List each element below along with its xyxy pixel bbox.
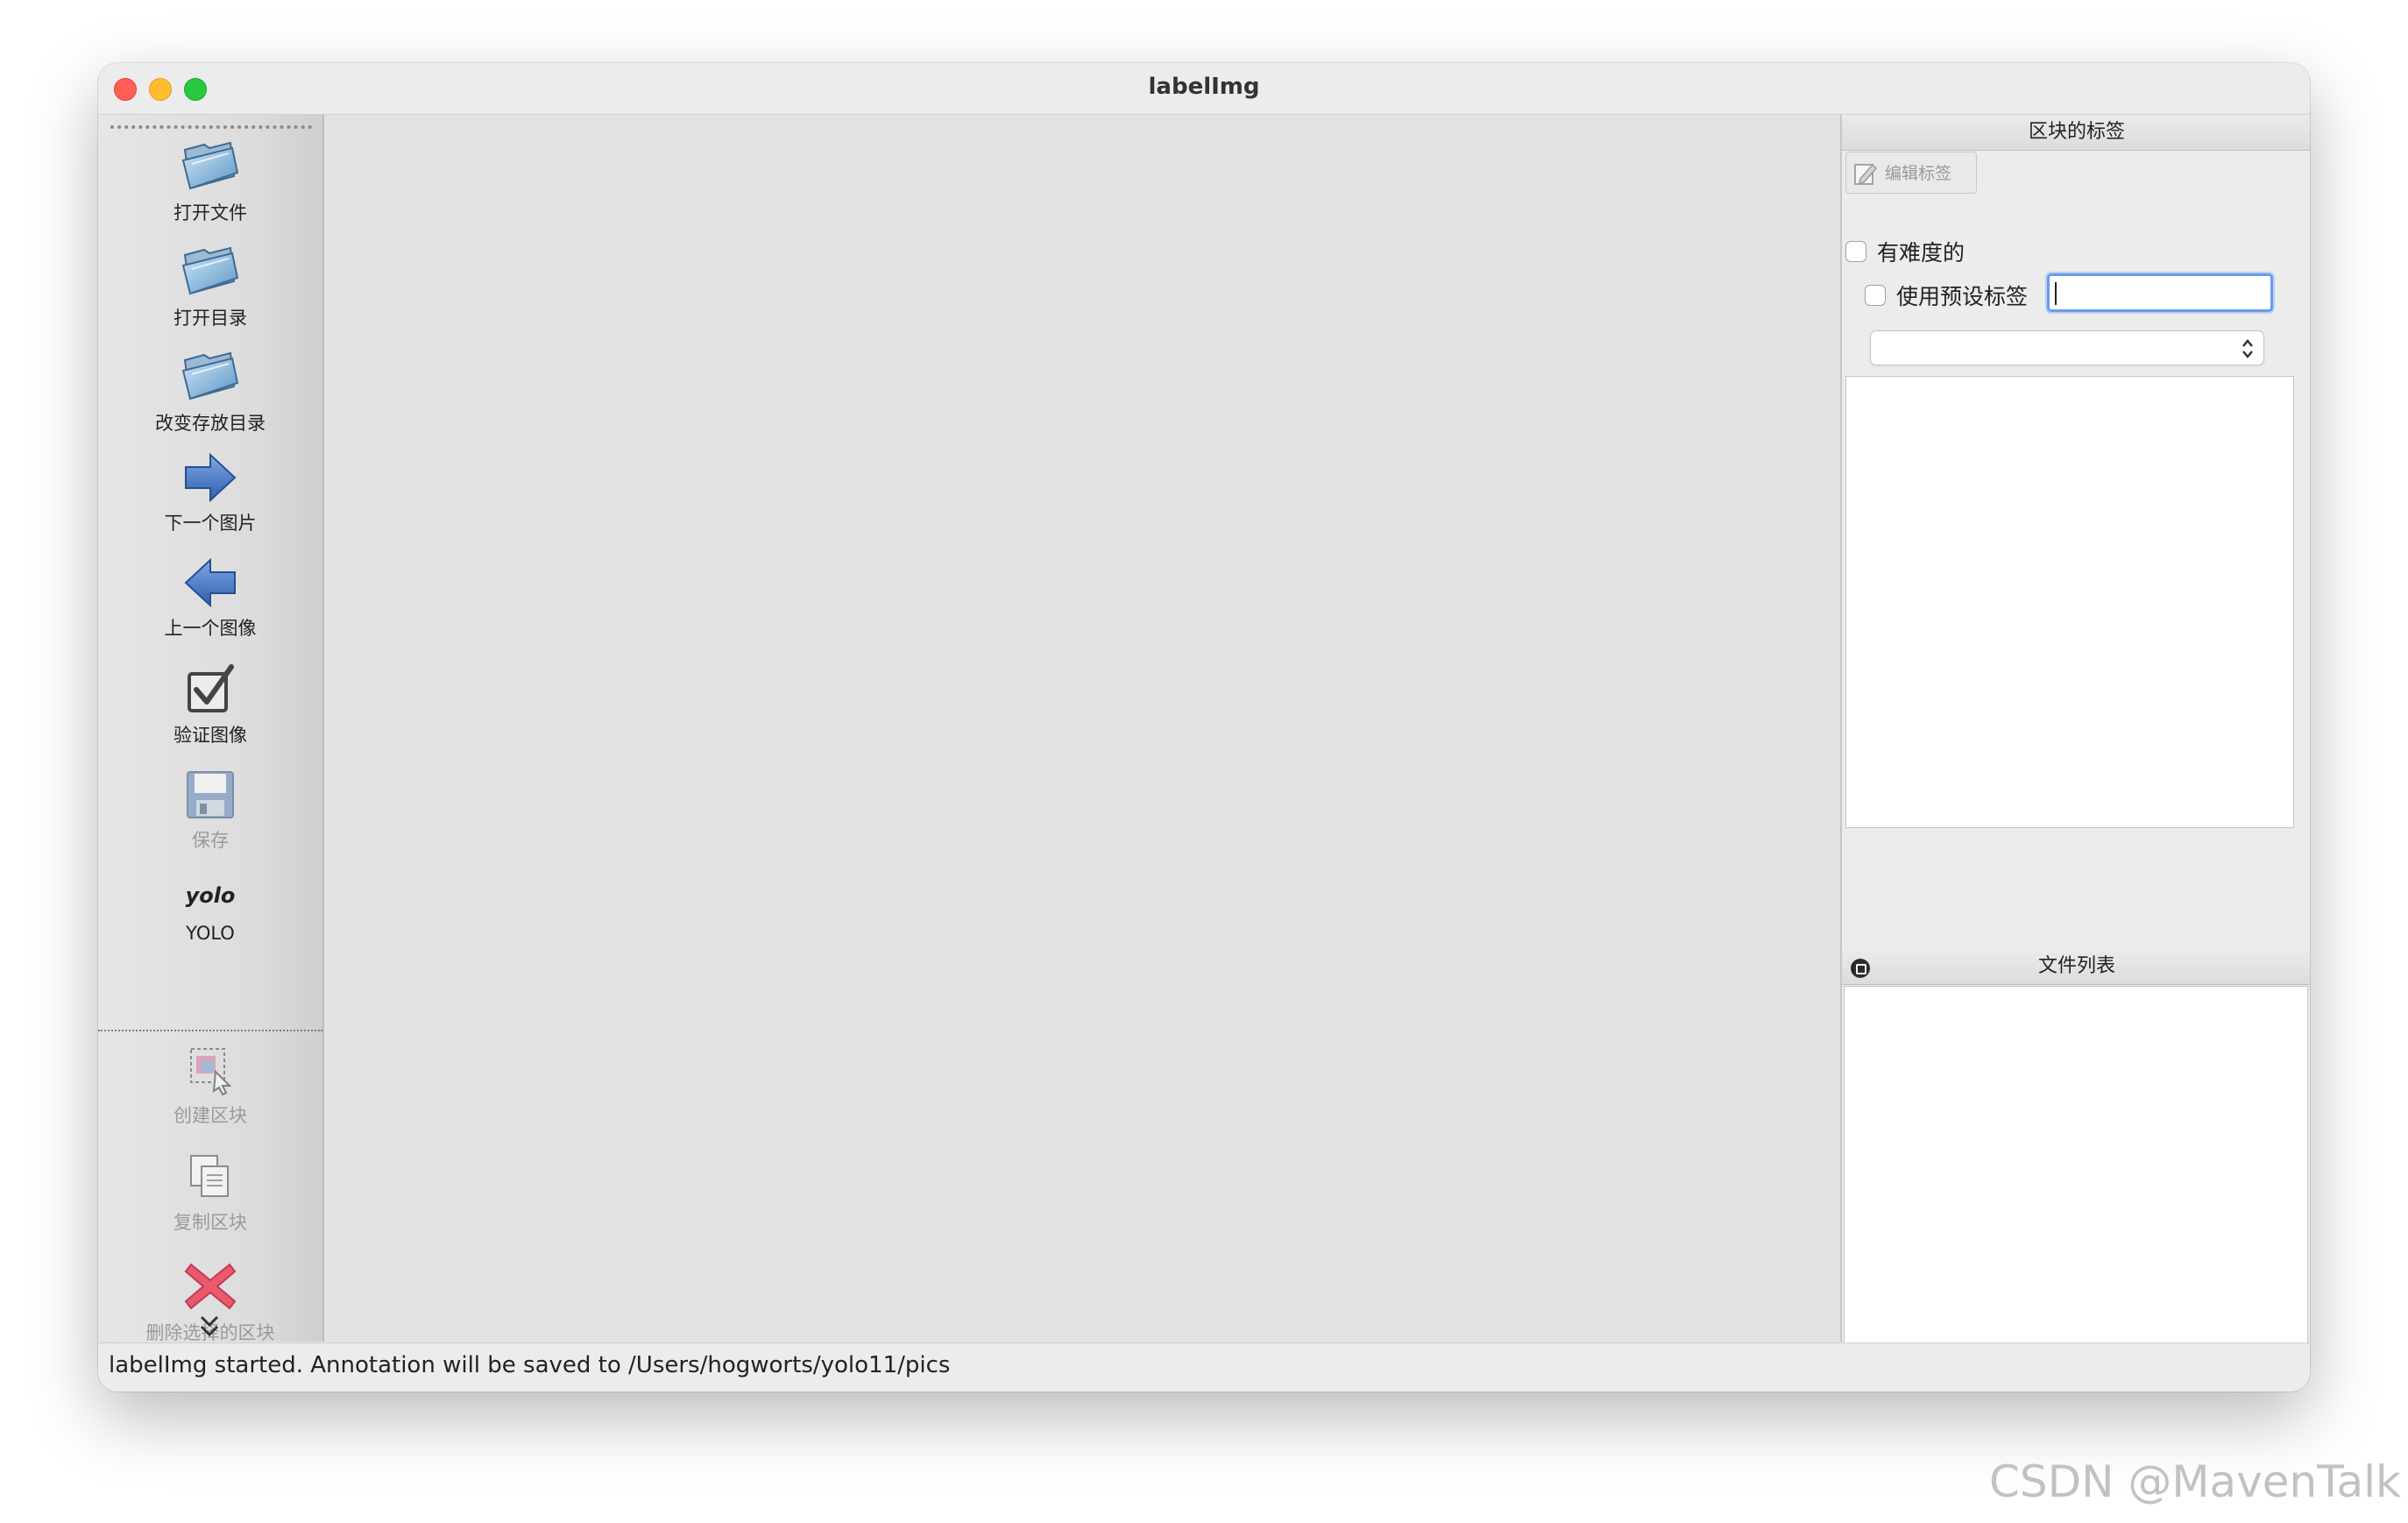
use-default-label-checkbox[interactable] [1865, 285, 1886, 306]
toolbar-separator [98, 1030, 322, 1031]
folder-open-icon [181, 141, 239, 190]
open-file-button[interactable]: 打开文件 [98, 134, 322, 225]
folder-open-icon [181, 246, 239, 295]
difficult-checkbox-row[interactable]: 有难度的 [1845, 236, 1965, 267]
verify-image-button[interactable]: 验证图像 [98, 663, 322, 747]
difficult-checkbox[interactable] [1845, 241, 1866, 262]
status-bar: labelImg started. Annotation will be sav… [98, 1342, 2310, 1392]
yolo-icon: yolo [185, 883, 236, 908]
folder-open-icon [181, 351, 239, 400]
watermark-text: CSDN @MavenTalk [1988, 1456, 2401, 1507]
app-window: labelImg 打开文件 打开目录 改变存放目录 下一个图片 上一个图像 验证… [98, 63, 2310, 1392]
main-toolbar: 打开文件 打开目录 改变存放目录 下一个图片 上一个图像 验证图像 保存 yol… [98, 115, 324, 1343]
file-dock-title: 文件列表 [2037, 955, 2115, 977]
difficult-label: 有难度的 [1877, 240, 1965, 266]
create-box-button[interactable]: 创建区块 [98, 1044, 322, 1128]
yolo-label: YOLO [186, 923, 235, 944]
create-box-icon [190, 1048, 232, 1096]
dock-float-icon[interactable] [1851, 959, 1870, 978]
open-dir-label: 打开目录 [174, 308, 247, 329]
verify-image-label: 验证图像 [174, 725, 247, 746]
open-file-label: 打开文件 [174, 202, 247, 223]
prev-image-label: 上一个图像 [164, 618, 257, 639]
default-label-input[interactable] [2047, 273, 2273, 312]
save-button[interactable]: 保存 [98, 769, 322, 853]
updown-chevron-icon [2241, 336, 2255, 361]
save-label: 保存 [192, 830, 229, 851]
change-save-dir-label: 改变存放目录 [155, 413, 266, 434]
file-dock-header: 文件列表 [1842, 949, 2310, 985]
use-default-label-text: 使用预设标签 [1896, 284, 2029, 309]
label-list[interactable] [1845, 376, 2294, 828]
right-dock-panel: 区块的标签 编辑标签 有难度的 使用预设标签 文件列表 [1840, 115, 2310, 1391]
toolbar-grip[interactable] [110, 125, 312, 129]
copy-box-icon [190, 1155, 229, 1197]
copy-box-label: 复制区块 [174, 1212, 247, 1233]
edit-label-button[interactable]: 编辑标签 [1845, 152, 1977, 194]
floppy-disk-icon [187, 771, 234, 818]
next-image-label: 下一个图片 [164, 513, 257, 534]
delete-x-icon [184, 1263, 237, 1310]
arrow-right-icon [185, 452, 237, 503]
arrow-left-icon [184, 557, 236, 608]
copy-box-button[interactable]: 复制区块 [98, 1151, 322, 1235]
checkbox-icon [188, 664, 234, 712]
title-bar: labelImg [98, 63, 2310, 115]
edit-pencil-icon [1854, 163, 1878, 185]
open-dir-button[interactable]: 打开目录 [98, 239, 322, 330]
yolo-format-button[interactable]: yolo YOLO [98, 874, 322, 944]
file-list[interactable] [1844, 986, 2308, 1391]
text-caret [2055, 282, 2057, 305]
change-save-dir-button[interactable]: 改变存放目录 [98, 344, 322, 436]
use-default-label-row[interactable]: 使用预设标签 [1865, 280, 2028, 311]
image-canvas[interactable] [324, 115, 1840, 1342]
edit-label-text: 编辑标签 [1885, 164, 1952, 183]
create-box-label: 创建区块 [174, 1105, 247, 1126]
prev-image-button[interactable]: 上一个图像 [98, 556, 322, 641]
window-title: labelImg [1148, 74, 1260, 100]
label-dock-title: 区块的标签 [1842, 115, 2310, 151]
next-image-button[interactable]: 下一个图片 [98, 451, 322, 535]
label-filter-combobox[interactable] [1870, 330, 2264, 365]
